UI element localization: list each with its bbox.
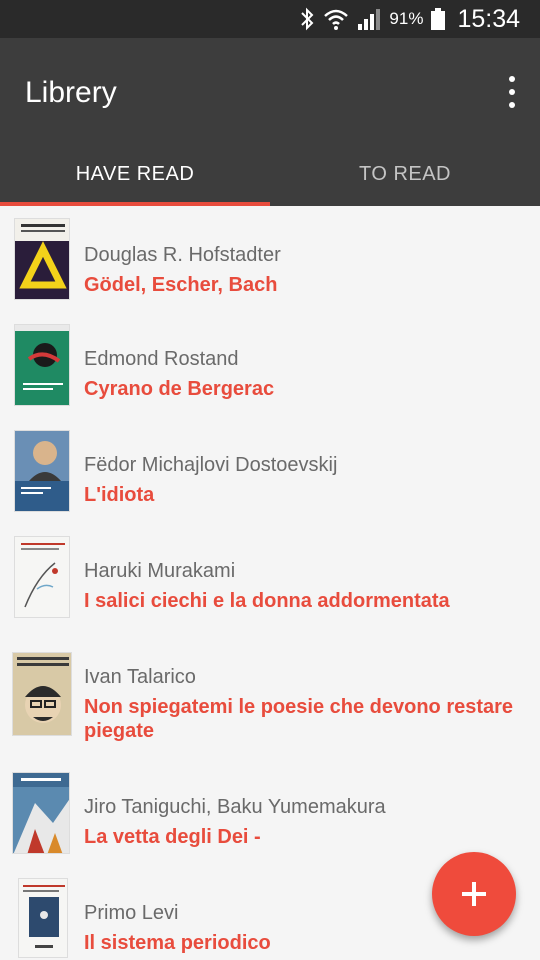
book-item[interactable]: Douglas R. Hofstadter Gödel, Escher, Bac… bbox=[0, 216, 540, 312]
book-author: Ivan Talarico bbox=[84, 666, 196, 688]
tab-bar: HAVE READ TO READ bbox=[0, 142, 540, 206]
app-bar: Librery HAVE READ TO READ bbox=[0, 38, 540, 206]
book-title: Non spiegatemi le poesie che devono rest… bbox=[84, 696, 514, 742]
app-title: Librery bbox=[25, 76, 117, 109]
signal-icon bbox=[358, 9, 381, 30]
add-icon bbox=[462, 882, 486, 906]
status-bar: 91% 15:34 bbox=[0, 0, 540, 38]
add-book-button[interactable] bbox=[432, 852, 516, 936]
book-author: Primo Levi bbox=[84, 902, 179, 924]
wifi-icon bbox=[324, 9, 349, 30]
book-cover bbox=[12, 772, 70, 854]
bluetooth-icon bbox=[301, 7, 314, 31]
book-cover bbox=[14, 536, 70, 618]
book-item[interactable]: Fëdor Michajlovi Dostoevskij L'idiota bbox=[0, 428, 540, 524]
book-cover bbox=[14, 430, 70, 512]
book-cover bbox=[14, 324, 70, 406]
book-author: Douglas R. Hofstadter bbox=[84, 244, 281, 266]
book-item[interactable]: Jiro Taniguchi, Baku Yumemakura La vetta… bbox=[0, 770, 540, 866]
tab-label: TO READ bbox=[358, 162, 452, 185]
tab-label: HAVE READ bbox=[75, 162, 195, 185]
battery-icon bbox=[431, 8, 446, 30]
battery-percentage: 91% bbox=[389, 9, 424, 28]
clock: 15:34 bbox=[457, 4, 520, 33]
book-item[interactable]: Haruki Murakami I salici ciechi e la don… bbox=[0, 534, 540, 630]
book-list: Douglas R. Hofstadter Gödel, Escher, Bac… bbox=[0, 206, 540, 960]
book-title: Il sistema periodico bbox=[84, 932, 271, 954]
book-author: Fëdor Michajlovi Dostoevskij bbox=[84, 454, 338, 476]
book-author: Haruki Murakami bbox=[84, 560, 236, 582]
book-item[interactable]: Ivan Talarico Non spiegatemi le poesie c… bbox=[0, 640, 540, 764]
overflow-menu-icon[interactable] bbox=[504, 76, 520, 108]
book-cover bbox=[14, 218, 70, 300]
book-author: Edmond Rostand bbox=[84, 348, 239, 370]
tab-to-read[interactable]: TO READ bbox=[270, 142, 540, 206]
book-cover bbox=[12, 652, 72, 736]
book-item[interactable]: Edmond Rostand Cyrano de Bergerac bbox=[0, 322, 540, 418]
book-title: I salici ciechi e la donna addormentata bbox=[84, 590, 450, 612]
book-author: Jiro Taniguchi, Baku Yumemakura bbox=[84, 796, 386, 818]
book-title: Gödel, Escher, Bach bbox=[84, 274, 278, 296]
book-title: Cyrano de Bergerac bbox=[84, 378, 275, 400]
book-title: L'idiota bbox=[84, 484, 155, 506]
book-cover bbox=[18, 878, 68, 958]
tab-have-read[interactable]: HAVE READ bbox=[0, 142, 270, 206]
book-title: La vetta degli Dei - bbox=[84, 826, 261, 848]
